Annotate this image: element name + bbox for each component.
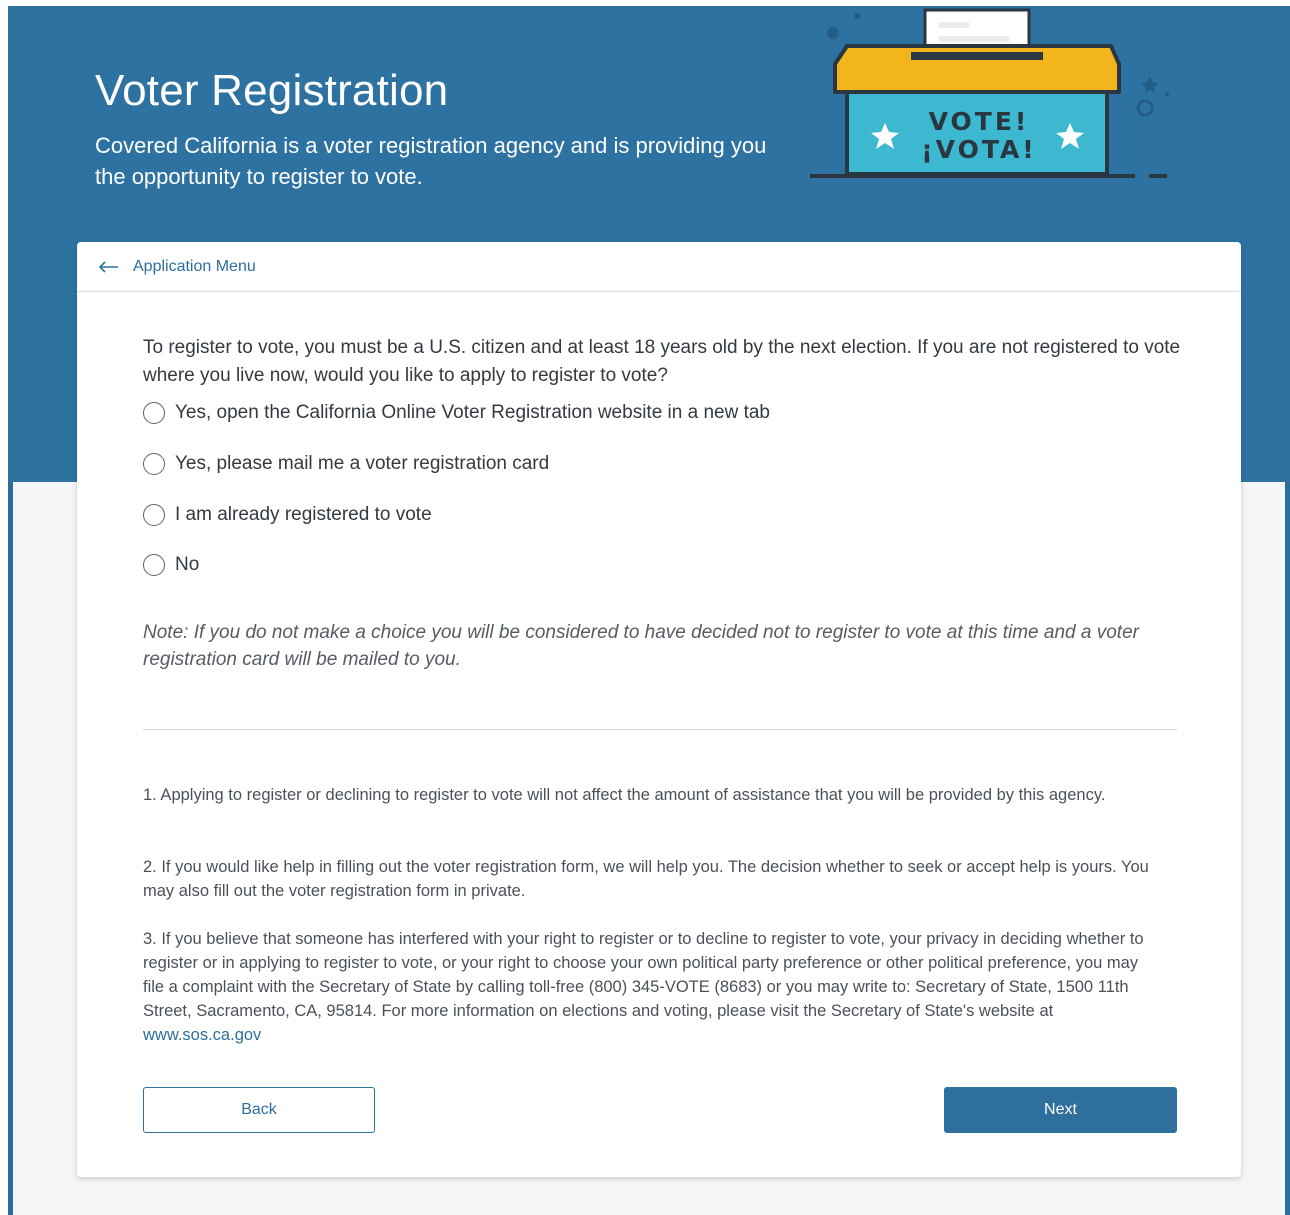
application-menu-label: Application Menu bbox=[133, 257, 256, 275]
next-button[interactable]: Next bbox=[944, 1087, 1177, 1133]
page-title: Voter Registration bbox=[95, 66, 449, 115]
radio-button[interactable] bbox=[143, 554, 165, 576]
option-mail-card[interactable]: Yes, please mail me a voter registration… bbox=[143, 453, 549, 475]
disclaimer-3-text: 3. If you believe that someone has inter… bbox=[143, 930, 1144, 1020]
option-label: Yes, open the California Online Voter Re… bbox=[175, 402, 770, 423]
sos-website-link[interactable]: www.sos.ca.gov bbox=[143, 1026, 261, 1044]
registration-question: To register to vote, you must be a U.S. … bbox=[143, 337, 1181, 386]
divider bbox=[143, 729, 1177, 730]
option-label: Yes, please mail me a voter registration… bbox=[175, 453, 550, 474]
ballot-text-vote: VOTE! bbox=[929, 107, 1030, 136]
back-button[interactable]: Back bbox=[143, 1087, 375, 1133]
radio-button[interactable] bbox=[143, 402, 165, 424]
disclaimer-2: 2. If you would like help in filling out… bbox=[143, 858, 1149, 900]
registration-card: Application Menu To register to vote, yo… bbox=[77, 242, 1241, 1177]
option-no[interactable]: No bbox=[143, 554, 199, 576]
option-label: No bbox=[175, 554, 200, 575]
page-subtitle: Covered California is a voter registrati… bbox=[95, 133, 767, 189]
radio-button[interactable] bbox=[143, 453, 165, 475]
radio-button[interactable] bbox=[143, 504, 165, 526]
option-already-registered[interactable]: I am already registered to vote bbox=[143, 504, 432, 526]
ballot-box-illustration: VOTE! ¡VOTA! bbox=[810, 8, 1169, 178]
disclaimer-3: 3. If you believe that someone has inter… bbox=[143, 927, 1163, 1047]
ballot-text-vota: ¡VOTA! bbox=[921, 135, 1036, 164]
disclaimer-1: 1. Applying to register or declining to … bbox=[143, 786, 1106, 804]
arrow-left-icon bbox=[99, 260, 119, 273]
option-label: I am already registered to vote bbox=[175, 504, 432, 525]
application-menu-link[interactable]: Application Menu bbox=[77, 242, 1241, 292]
note-text: Note: If you do not make a choice you wi… bbox=[143, 622, 1139, 670]
option-online-registration[interactable]: Yes, open the California Online Voter Re… bbox=[143, 402, 770, 424]
